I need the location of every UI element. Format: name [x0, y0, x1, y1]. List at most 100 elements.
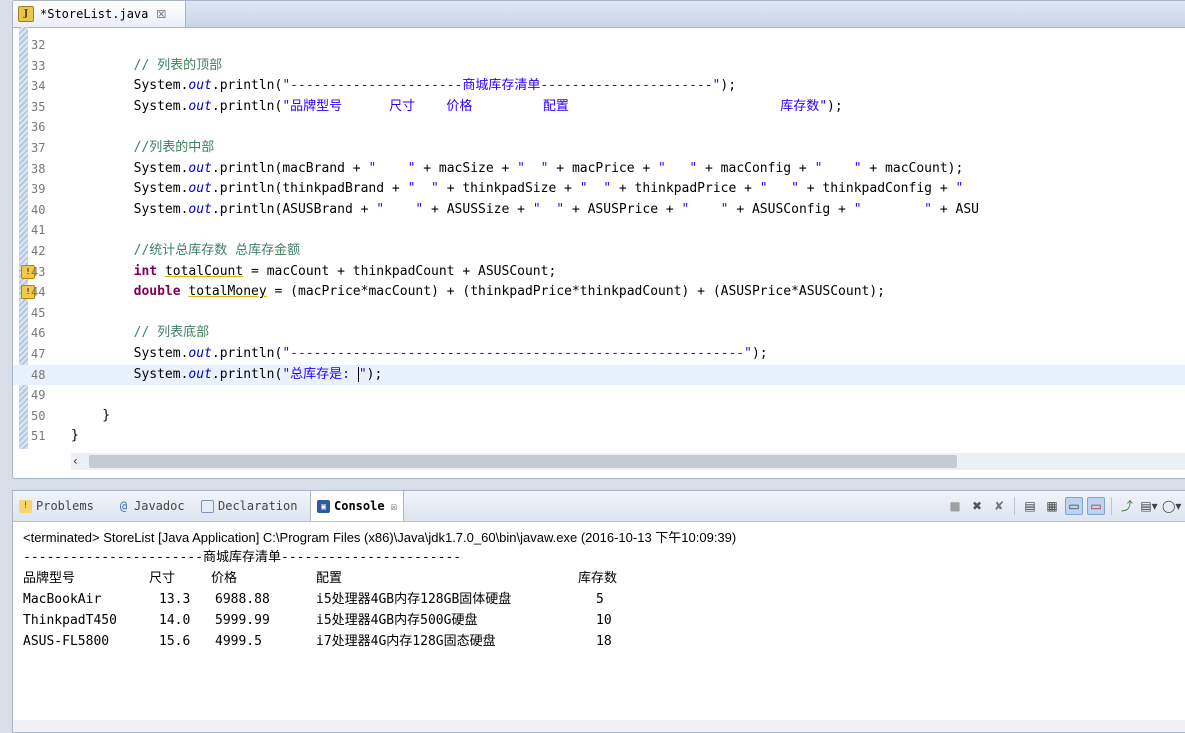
line-number: 39	[31, 182, 46, 197]
code-text: }	[71, 406, 110, 426]
code-line[interactable]: 36	[13, 117, 1185, 137]
line-number: 48	[31, 367, 46, 382]
scroll-lock-icon[interactable]: ▦	[1043, 497, 1061, 515]
console-horizontal-scrollbar[interactable]	[13, 720, 1185, 732]
code-token: "---------------------------------------…	[282, 346, 752, 361]
editor-tab-storelist[interactable]: J *StoreList.java ☒	[13, 1, 186, 27]
code-line[interactable]: 46 // 列表底部	[13, 323, 1185, 343]
remove-all-icon[interactable]: ✘	[990, 497, 1008, 515]
code-token: .println(	[211, 78, 283, 94]
close-tab-icon[interactable]: ☒	[391, 500, 398, 513]
code-token: " "	[579, 181, 612, 197]
line-number: 45	[31, 305, 46, 320]
code-line[interactable]: 40 System.out.println(ASUSBrand + " " + …	[13, 200, 1185, 220]
code-text: System.out.println("品牌型号 尺寸 价格 配置 库存数");	[71, 97, 843, 117]
tab-problems-label: Problems	[36, 499, 94, 513]
line-number: 34	[31, 79, 46, 94]
code-token: "	[358, 366, 367, 382]
display-console-icon[interactable]: ▤▾	[1140, 497, 1158, 515]
tab-console[interactable]: ▣ Console ☒	[310, 491, 405, 521]
open-console-icon[interactable]: ◯▾	[1162, 497, 1181, 515]
code-token: + macCount);	[861, 160, 964, 176]
word-wrap-icon[interactable]: ▭	[1065, 497, 1083, 515]
console-row: ThinkpadT450 14.0 5999.99 i5处理器4GB内存500G硬盘 1…	[23, 610, 612, 631]
code-token: " "	[368, 160, 416, 176]
code-token: totalCount	[164, 263, 244, 279]
pin-console-icon[interactable]: ⤴	[1118, 497, 1136, 515]
code-line[interactable]: 50 }	[13, 406, 1185, 426]
code-token: + macPrice +	[548, 160, 659, 176]
scroll-left-icon[interactable]: ‹	[73, 453, 78, 470]
editor-tab-label: *StoreList.java	[40, 7, 149, 21]
line-number: 47	[31, 347, 46, 361]
code-line[interactable]: 39 System.out.println(thinkpadBrand + " …	[13, 179, 1185, 199]
code-token: double	[133, 284, 181, 300]
code-token: out	[188, 160, 212, 176]
remove-launch-icon[interactable]: ✖	[968, 497, 986, 515]
code-area[interactable]: 32 33 // 列表的顶部 34 System.out.println("----…	[13, 27, 1185, 449]
code-token: + ASU	[932, 201, 979, 217]
code-token: .println(ASUSBrand +	[211, 201, 377, 217]
tab-javadoc[interactable]: @ Javadoc	[117, 491, 185, 521]
code-text: //列表的中部	[71, 138, 215, 158]
console-cell: 4999.5	[215, 634, 262, 649]
code-token: = (macPrice*macCount) + (thinkpadPrice*t…	[266, 284, 886, 300]
code-line[interactable]: 51}	[13, 426, 1185, 446]
code-token: "总库存是: "	[282, 366, 367, 382]
code-line[interactable]: 47 System.out.println("-----------------…	[13, 344, 1185, 364]
code-line[interactable]: ! 43 int totalCount = macCount + thinkpad…	[13, 262, 1185, 282]
terminate-icon[interactable]: ■	[946, 497, 964, 515]
close-tab-icon[interactable]: ☒	[156, 8, 166, 21]
tab-problems[interactable]: ! Problems	[19, 491, 94, 521]
line-number: 49	[31, 388, 46, 403]
code-token: out	[188, 366, 212, 382]
code-token: = macCount + thinkpadCount + ASUSCount;	[243, 263, 557, 279]
code-token: System.	[71, 366, 189, 382]
code-line[interactable]: 35 System.out.println("品牌型号 尺寸 价格 配置 库存数…	[13, 97, 1185, 117]
column-count: 库存数	[578, 571, 618, 586]
code-token: System.	[71, 98, 189, 114]
code-token: }	[71, 407, 111, 423]
console-cell: i5处理器4GB内存500G硬盘	[316, 613, 478, 628]
code-line[interactable]: 32	[13, 35, 1185, 55]
code-token: " "	[814, 160, 862, 176]
tab-console-label: Console	[334, 499, 385, 513]
code-text: System.out.println("--------------------…	[71, 76, 736, 96]
line-number: 40	[31, 202, 46, 217]
declaration-icon	[201, 499, 214, 513]
scrollbar-thumb[interactable]	[89, 455, 957, 468]
code-line[interactable]: 45	[13, 303, 1185, 323]
toolbar-separator	[1014, 497, 1015, 515]
code-line[interactable]: 33 // 列表的顶部	[13, 56, 1185, 76]
code-token: // 列表的顶部	[133, 57, 223, 73]
editor-horizontal-scrollbar[interactable]: ‹	[71, 453, 1185, 470]
javadoc-icon: @	[119, 498, 128, 513]
line-number: 44	[31, 285, 46, 300]
code-line[interactable]: 41	[13, 220, 1185, 240]
console-output[interactable]: -----------------------商城库存清单-----------…	[23, 547, 617, 652]
tab-declaration[interactable]: Declaration	[201, 491, 297, 521]
code-line[interactable]: 48 System.out.println("总库存是: ");	[13, 364, 1185, 385]
code-token: );	[751, 346, 768, 361]
code-editor[interactable]: J *StoreList.java ☒ 32 33 // 列表的顶部 34 Syst…	[12, 0, 1185, 479]
code-token: " "	[376, 201, 424, 217]
console-cell: i5处理器4GB内存128GB固体硬盘	[316, 592, 512, 607]
code-token: totalMoney	[188, 284, 267, 300]
line-number: 33	[31, 58, 46, 73]
code-token: " "	[853, 201, 933, 217]
code-line[interactable]: 38 System.out.println(macBrand + " " + m…	[13, 159, 1185, 179]
show-on-output-icon[interactable]: ▭	[1087, 497, 1105, 515]
console-row: MacBookAir 13.3 6988.88 i5处理器4GB内存128GB固体硬盘…	[23, 589, 604, 610]
code-text: System.out.println(ASUSBrand + " " + ASU…	[71, 200, 979, 220]
code-line[interactable]: 37 //列表的中部	[13, 138, 1185, 158]
code-text: System.out.println(thinkpadBrand + " " +…	[71, 179, 964, 199]
clear-console-icon[interactable]: ▤	[1021, 497, 1039, 515]
console-cell: 18	[596, 634, 612, 649]
code-line[interactable]: 49	[13, 385, 1185, 405]
code-line[interactable]: 34 System.out.println("-----------------…	[13, 76, 1185, 96]
line-number: 46	[31, 326, 46, 341]
code-line[interactable]: ! 44 double totalMoney = (macPrice*macCou…	[13, 282, 1185, 302]
code-line[interactable]: 42 //统计总库存数 总库存金额	[13, 241, 1185, 261]
